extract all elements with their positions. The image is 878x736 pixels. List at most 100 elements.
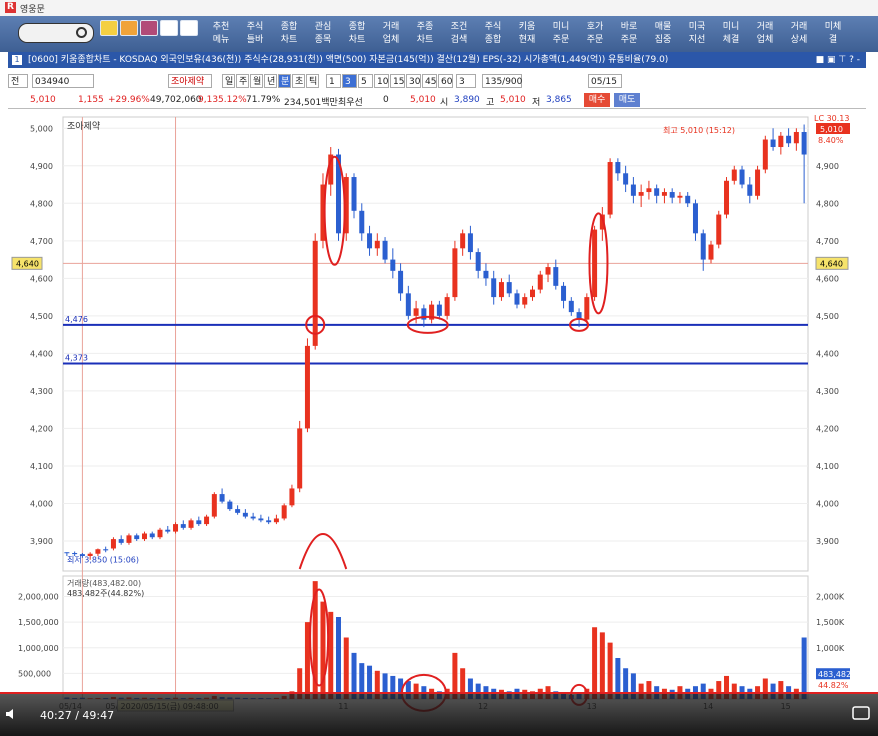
stock-name[interactable]: 조아제약: [168, 74, 212, 88]
toolbar-button-19[interactable]: 미체 결: [817, 18, 849, 50]
toolbar-button-3[interactable]: 종합차트: [273, 18, 305, 50]
code-input[interactable]: 034940: [32, 74, 94, 88]
toolbar-button-label: 거래: [382, 22, 400, 32]
toolbar-button-7[interactable]: 주종 차트: [409, 18, 441, 50]
period-button[interactable]: 일: [222, 74, 235, 88]
app-logo: R: [5, 2, 16, 13]
period-button[interactable]: 틱: [306, 74, 319, 88]
candle-body: [126, 535, 132, 543]
candle-body: [258, 518, 264, 521]
volume-last-label: 483,482: [818, 670, 851, 679]
candle-body: [491, 278, 497, 298]
toolbar-button-label: 호가: [586, 22, 604, 32]
volume-bar: [343, 637, 349, 699]
pencil-icon[interactable]: [120, 20, 138, 36]
volume-title: 거래량(483,482.00): [67, 578, 141, 588]
candle-body: [219, 494, 225, 502]
toolbar-button-13[interactable]: 바로 주문: [613, 18, 645, 50]
amount-value: 234,501백만: [284, 98, 338, 108]
toolbar-button-9[interactable]: 주식 종합: [477, 18, 509, 50]
interval-button[interactable]: 5: [358, 74, 373, 88]
candle-body: [141, 533, 147, 540]
y-tick-label-right: 4,900: [816, 162, 839, 171]
toolbar-button-label: 거래: [756, 22, 774, 32]
high-value: 5,010: [500, 95, 526, 105]
period-button[interactable]: 주: [236, 74, 249, 88]
candlestick-chart[interactable]: 3,900 3,900 4,000 4,000 4,100 4,100 4,200 4,200…: [8, 109, 866, 713]
monitor-icon[interactable]: [140, 20, 158, 36]
candle-body: [537, 274, 543, 290]
toolbar-button-sublabel: 메뉴: [212, 35, 230, 45]
player-time: 40:27 / 49:47: [40, 709, 115, 722]
settings-icon[interactable]: [852, 706, 870, 720]
sell-button[interactable]: 매도: [614, 93, 640, 107]
volume-panel-frame: [62, 575, 809, 700]
buy-button[interactable]: 매수: [584, 93, 610, 107]
window-controls[interactable]: ■ ▣ ⊤ ? -: [816, 52, 860, 68]
range-select[interactable]: 3: [456, 74, 476, 88]
period-button[interactable]: 초: [292, 74, 305, 88]
toolbar-button-14[interactable]: 매물 집중: [647, 18, 679, 50]
candle-body: [661, 192, 667, 196]
market-select[interactable]: 전: [8, 74, 28, 88]
candle-body: [692, 203, 698, 234]
toolbar-button-label: 미니: [722, 22, 740, 32]
toolbar-button-18[interactable]: 거래 상세: [783, 18, 815, 50]
candle-body: [242, 512, 248, 517]
candle-body: [390, 259, 396, 271]
toolbar-button-2[interactable]: 주식 틀바: [239, 18, 271, 50]
chart-area[interactable]: 3,900 3,900 4,000 4,000 4,100 4,100 4,200 4,200…: [8, 108, 866, 713]
period-button[interactable]: 월: [250, 74, 263, 88]
toolbar-button-8[interactable]: 조건 검색: [443, 18, 475, 50]
open-value: 3,890: [454, 95, 480, 105]
interval-button[interactable]: 45: [422, 74, 437, 88]
candle-body: [568, 300, 574, 313]
cursor-price-label: 4,640: [16, 259, 39, 268]
toolbar-button-label: 주종: [416, 22, 434, 32]
y-tick-label-right: 4,100: [816, 462, 839, 471]
chart-window-titlebar: 1 [0600] 키움종합차트 - KOSDAQ 외국인보유(436(천)) 주…: [8, 52, 866, 68]
period-button[interactable]: 분: [278, 74, 291, 88]
toolbar-button-15[interactable]: 미국 지선: [681, 18, 713, 50]
toolbar-button-5[interactable]: 종합 차트: [341, 18, 373, 50]
candle-body: [180, 524, 186, 528]
toolbar-button-4[interactable]: 관심 종목: [307, 18, 339, 50]
toolbar-button-16[interactable]: 미니 체결: [715, 18, 747, 50]
chevron-icon[interactable]: [160, 20, 178, 36]
toolbar-button-12[interactable]: 호가 주문: [579, 18, 611, 50]
toolbar-button-1[interactable]: 추천 메뉴: [205, 18, 237, 50]
chart-control-bar: 전 034940 조아제약 일주월년분초틱 1 3 5 10 15 30 45 60 3 13…: [8, 73, 866, 90]
date-input[interactable]: 05/15: [588, 74, 622, 88]
marker-arc: [298, 533, 348, 570]
search-input[interactable]: [18, 23, 94, 43]
toolbar-button-sublabel: 종합: [484, 35, 502, 45]
period-button[interactable]: 년: [264, 74, 277, 88]
candle-body: [786, 135, 792, 144]
candle-body: [506, 282, 512, 294]
price-panel-frame: [62, 116, 809, 572]
candle-body: [289, 488, 295, 506]
candle-body: [724, 180, 730, 215]
y-tick-label-right: 4,800: [816, 199, 839, 208]
candle-body: [669, 192, 675, 198]
toolbar-button-10[interactable]: 키움 현재: [511, 18, 543, 50]
y-tick-label: 4,400: [30, 349, 53, 358]
toolbar-button-17[interactable]: 거래 업체: [749, 18, 781, 50]
volume-icon[interactable]: [6, 708, 18, 720]
candle-body: [716, 214, 722, 245]
y-tick-label: 5,000: [30, 124, 53, 133]
interval-button[interactable]: 15: [390, 74, 405, 88]
interval-button[interactable]: 1: [326, 74, 341, 88]
y-tick-label: 4,100: [30, 462, 53, 471]
notepad-icon[interactable]: [100, 20, 118, 36]
toolbar-button-6[interactable]: 거래 업체: [375, 18, 407, 50]
interval-button[interactable]: 3: [342, 74, 357, 88]
gear-icon[interactable]: [180, 20, 198, 36]
interval-button[interactable]: 60: [438, 74, 453, 88]
toolbar-button-sublabel: 차트: [280, 35, 298, 45]
toolbar-button-11[interactable]: 미니 주문: [545, 18, 577, 50]
count-display: 135/900: [482, 74, 522, 88]
interval-button[interactable]: 10: [374, 74, 389, 88]
interval-button[interactable]: 30: [406, 74, 421, 88]
toolbar-button-label: 종합: [280, 22, 298, 32]
